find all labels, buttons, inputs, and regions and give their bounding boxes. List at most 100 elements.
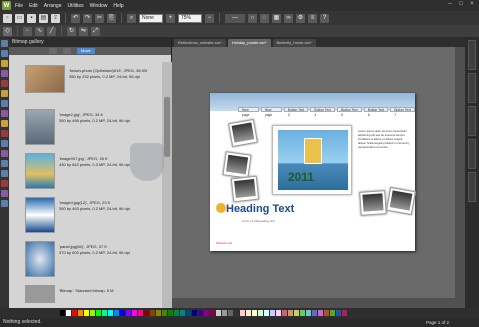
mould-tool-icon[interactable] [1, 170, 8, 177]
palette-swatch[interactable] [228, 310, 233, 316]
fill-tool-icon[interactable] [1, 110, 8, 117]
palette-swatch[interactable] [210, 310, 215, 316]
list-item[interactable]: 'beach-photo (Optimised)013', JPEG, 38 K… [9, 62, 162, 106]
maximize-icon[interactable]: □ [457, 1, 465, 8]
palette-swatch[interactable] [342, 310, 347, 316]
save-icon[interactable]: ▪ [27, 13, 36, 23]
palette-swatch[interactable] [168, 310, 173, 316]
palette-swatch[interactable] [180, 310, 185, 316]
menu-help[interactable]: Help [113, 3, 123, 9]
palette-swatch[interactable] [114, 310, 119, 316]
menu-edit[interactable]: Edit [29, 3, 38, 9]
palette-swatch[interactable] [90, 310, 95, 316]
menu-utilities[interactable]: Utilities [67, 3, 83, 9]
freehand-tool-icon[interactable] [1, 50, 8, 57]
gallery-button-1[interactable] [49, 48, 57, 54]
list-item[interactable]: 'image4.jpg(12)', JPEG, 23 K 350 by 463 … [9, 194, 162, 238]
scrollbar-thumb[interactable] [164, 97, 170, 157]
palette-swatch[interactable] [294, 310, 299, 316]
magnet-icon[interactable]: ∩ [248, 13, 257, 23]
redo-icon[interactable]: ↷ [83, 13, 92, 23]
tab-reflections[interactable]: Reflections_website.xar* [174, 39, 226, 47]
canvas[interactable]: New page New page Button Text 3 Button T… [172, 47, 465, 308]
bevel-tool-icon[interactable] [1, 140, 8, 147]
line-width-select[interactable]: — [225, 13, 245, 23]
nav-button[interactable]: New page [238, 107, 259, 117]
photo-frame[interactable] [228, 118, 258, 148]
photo-frame[interactable] [386, 186, 416, 216]
grid-icon[interactable]: ▦ [272, 13, 281, 23]
gallery-scrollbar[interactable] [162, 62, 172, 308]
palette-swatch[interactable] [174, 310, 179, 316]
palette-swatch[interactable] [72, 310, 77, 316]
properties-icon[interactable]: ⚙ [296, 13, 305, 23]
palette-swatch[interactable] [78, 310, 83, 316]
open-icon[interactable]: ▭ [15, 13, 24, 23]
palette-swatch[interactable] [264, 310, 269, 316]
palette-swatch[interactable] [276, 310, 281, 316]
zoom-out-icon[interactable]: − [205, 13, 214, 23]
palette-swatch[interactable] [246, 310, 251, 316]
document-page[interactable]: New page New page Button Text 3 Button T… [210, 93, 416, 251]
palette-swatch[interactable] [126, 310, 131, 316]
menu-file[interactable]: File [15, 3, 23, 9]
list-item[interactable]: 'panel.jpg(84)', JPEG, 37 K 370 by 600 p… [9, 238, 162, 282]
gallery-move-button[interactable]: Move [77, 48, 95, 54]
palette-swatch[interactable] [216, 310, 221, 316]
palette-swatch[interactable] [318, 310, 323, 316]
palette-swatch[interactable] [150, 310, 155, 316]
palette-swatch[interactable] [270, 310, 275, 316]
palette-swatch[interactable] [102, 310, 107, 316]
palette-swatch[interactable] [96, 310, 101, 316]
vertical-scrollbar[interactable] [455, 47, 465, 308]
text-tool-icon[interactable] [1, 70, 8, 77]
nav-button[interactable]: Button Text 7 [390, 107, 415, 117]
selector-options-icon[interactable]: ◇ [3, 26, 12, 36]
palette-swatch[interactable] [234, 310, 239, 316]
new-document-icon[interactable]: ▫ [3, 13, 12, 23]
palette-swatch[interactable] [288, 310, 293, 316]
website-link[interactable]: Website link [216, 241, 232, 245]
palette-swatch[interactable] [300, 310, 305, 316]
body-text[interactable]: Lorem ipsum dolor sit amet consectetur a… [358, 129, 410, 149]
palette-swatch[interactable] [66, 310, 71, 316]
horizontal-scrollbar[interactable] [172, 298, 455, 308]
list-item[interactable]: 'image2.jpg', JPEG, 34 K 350 by 496 pixe… [9, 106, 162, 150]
palette-swatch[interactable] [162, 310, 167, 316]
scale-icon[interactable]: ⤢ [91, 26, 100, 36]
contour-tool-icon[interactable] [1, 150, 8, 157]
gallery-button-2[interactable] [63, 48, 71, 54]
flip-icon[interactable]: ⇋ [79, 26, 88, 36]
node-icon[interactable]: ◦ [23, 26, 32, 36]
palette-swatch[interactable] [204, 310, 209, 316]
subheading-text[interactable]: A line of subheading text [242, 219, 275, 223]
nav-button[interactable]: Button Text 5 [337, 107, 362, 117]
palette-swatch[interactable] [144, 310, 149, 316]
link-icon[interactable]: ∞ [284, 13, 293, 23]
palette-swatch[interactable] [336, 310, 341, 316]
transparency-tool-icon[interactable] [1, 120, 8, 127]
print-icon[interactable]: ▤ [39, 13, 48, 23]
palette-swatch[interactable] [222, 310, 227, 316]
tab-line-gallery[interactable] [468, 106, 476, 136]
nav-button[interactable]: New page [260, 107, 282, 117]
photo-frame[interactable] [359, 190, 387, 216]
zoom-level-select[interactable]: 75% [178, 13, 202, 23]
tab-butterfly[interactable]: Butterfly_home.xar* [272, 39, 316, 47]
close-icon[interactable]: × [468, 1, 476, 8]
palette-swatch[interactable] [84, 310, 89, 316]
palette-swatch[interactable] [120, 310, 125, 316]
shape-editor-icon[interactable] [1, 60, 8, 67]
rectangle-tool-icon[interactable] [1, 80, 8, 87]
nav-button[interactable]: Button Text 4 [310, 107, 336, 117]
copy-icon[interactable]: ⎘ [107, 13, 116, 23]
palette-swatch[interactable] [108, 310, 113, 316]
tab-fill-gallery[interactable] [468, 139, 476, 169]
heading-text[interactable]: Heading Text [226, 203, 294, 215]
menu-arrange[interactable]: Arrange [44, 3, 62, 9]
palette-swatch[interactable] [282, 310, 287, 316]
tab-designs-gallery[interactable] [468, 40, 476, 70]
zoom-mode-select[interactable]: None [139, 13, 163, 23]
palette-swatch[interactable] [198, 310, 203, 316]
palette-swatch[interactable] [240, 310, 245, 316]
